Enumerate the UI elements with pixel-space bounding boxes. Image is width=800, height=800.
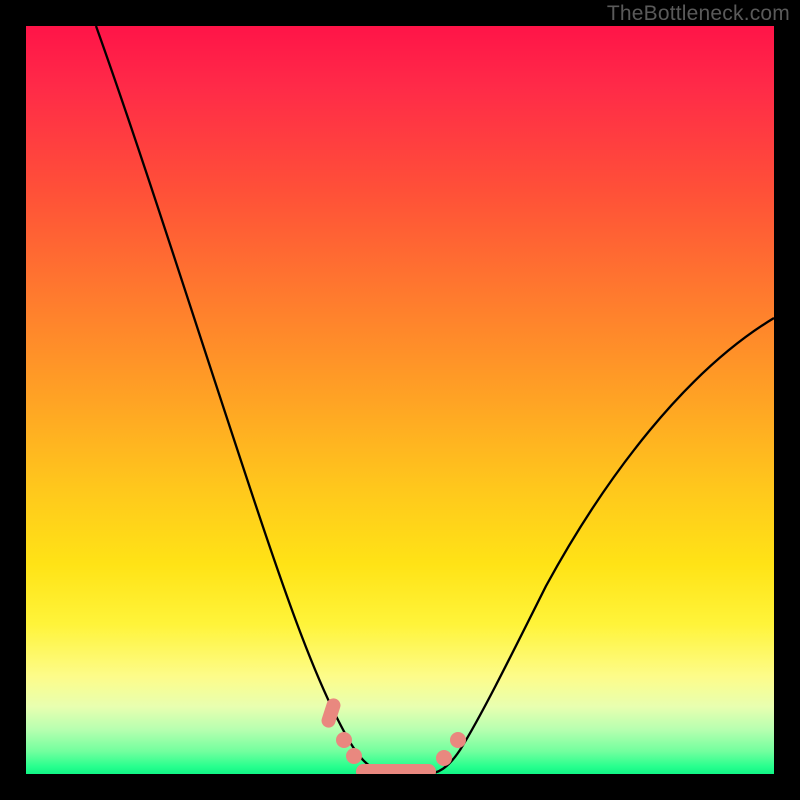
bottleneck-curve (96, 26, 774, 774)
curve-markers (320, 697, 466, 774)
curve-layer (26, 26, 774, 774)
watermark-label: TheBottleneck.com (607, 2, 790, 26)
chart-frame: TheBottleneck.com (0, 0, 800, 800)
plot-area (26, 26, 774, 774)
